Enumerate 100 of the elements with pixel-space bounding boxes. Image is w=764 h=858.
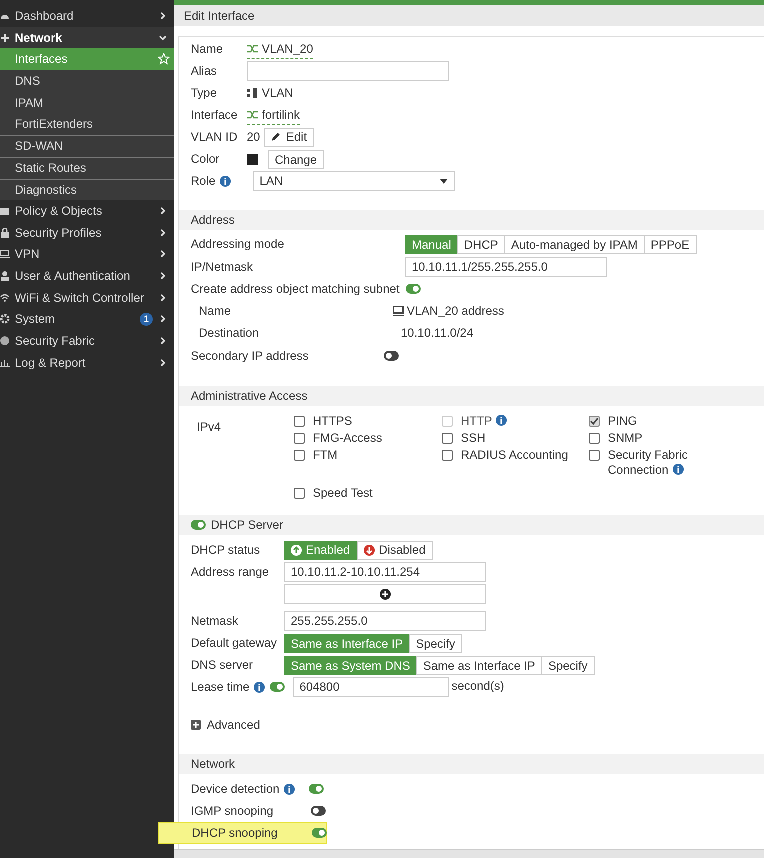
plus-circle-icon bbox=[380, 588, 390, 600]
field-label: Create address object matching subnet bbox=[191, 281, 400, 298]
sidebar-item[interactable]: User & Authentication bbox=[0, 265, 174, 287]
netmask-field[interactable]: 255.255.255.0 bbox=[284, 611, 486, 631]
segment-button[interactable]: Disabled bbox=[357, 540, 433, 560]
checkbox[interactable] bbox=[589, 450, 600, 461]
toggle-switch[interactable] bbox=[406, 284, 421, 294]
sidebar-item[interactable]: System 1 bbox=[0, 308, 174, 330]
sidebar-item[interactable]: Policy & Objects bbox=[0, 200, 174, 222]
field-label: Role bbox=[191, 173, 216, 190]
field-label: Lease time bbox=[191, 679, 250, 696]
type-value: VLAN bbox=[262, 85, 294, 102]
caret-icon bbox=[440, 178, 448, 184]
checkbox[interactable] bbox=[294, 416, 305, 427]
field-label: Name bbox=[199, 303, 232, 320]
laptop-icon bbox=[0, 249, 10, 260]
section-title: DHCP Server bbox=[211, 517, 284, 534]
checkbox-label: PING bbox=[608, 414, 638, 428]
lease-time-field[interactable]: 604800 bbox=[292, 677, 449, 697]
checkbox-label: RADIUS Accounting bbox=[461, 448, 568, 462]
chevron-right-icon bbox=[159, 294, 167, 302]
add-range-button[interactable] bbox=[284, 584, 486, 604]
toggle-switch[interactable] bbox=[384, 351, 399, 361]
sidebar-subitem[interactable]: FortiExtenders bbox=[0, 113, 174, 136]
address-range-field[interactable]: 10.10.11.2-10.10.11.254 bbox=[284, 562, 486, 582]
segment-button[interactable]: Auto-managed by IPAM bbox=[504, 234, 645, 254]
advanced-toggle[interactable]: Advanced bbox=[191, 716, 260, 734]
segment-button[interactable]: Specify bbox=[409, 634, 462, 652]
pencil-icon bbox=[271, 132, 282, 142]
toggle-switch[interactable] bbox=[270, 682, 285, 692]
ip-netmask-field[interactable]: 10.10.11.1/255.255.255.0 bbox=[405, 257, 607, 277]
bar-chart-icon bbox=[0, 358, 10, 368]
field-label: Color bbox=[191, 151, 221, 168]
sidebar-item[interactable]: VPN bbox=[0, 244, 174, 266]
sidebar-item[interactable]: Security Profiles bbox=[0, 222, 174, 244]
sidebar-item[interactable]: Security Fabric bbox=[0, 330, 174, 352]
gear-icon bbox=[0, 314, 10, 324]
field-label: Type bbox=[191, 85, 218, 102]
field-label: DNS server bbox=[191, 657, 254, 674]
field-label: DHCP snooping bbox=[192, 825, 279, 842]
chevron-right-icon bbox=[159, 12, 167, 20]
info-icon bbox=[254, 682, 265, 692]
down-arrow-circle-icon bbox=[364, 544, 376, 556]
lock-icon bbox=[0, 228, 10, 238]
checkbox-label: Speed Test bbox=[313, 486, 373, 500]
chevron-right-icon bbox=[159, 315, 167, 324]
checkbox[interactable] bbox=[589, 416, 600, 427]
sidebar-item[interactable]: Dashboard bbox=[0, 5, 174, 27]
link-icon bbox=[247, 110, 258, 120]
sidebar-subitem[interactable]: Diagnostics bbox=[0, 178, 174, 200]
field-label: IGMP snooping bbox=[191, 803, 274, 820]
alias-field[interactable] bbox=[247, 61, 449, 81]
segment-button[interactable]: Same as Interface IP bbox=[416, 656, 542, 674]
segment-button[interactable]: PPPoE bbox=[644, 234, 697, 254]
chevron-right-icon bbox=[159, 250, 167, 258]
field-label: Secondary IP address bbox=[191, 348, 310, 365]
checkbox[interactable] bbox=[589, 433, 600, 444]
change-button[interactable]: Change bbox=[268, 150, 324, 168]
toggle-switch[interactable] bbox=[311, 806, 326, 816]
checkbox-label: FTM bbox=[313, 448, 338, 462]
sidebar-subitem[interactable]: DNS bbox=[0, 70, 174, 92]
toggle-switch[interactable] bbox=[308, 784, 324, 794]
sidebar-subitem[interactable]: SD-WAN bbox=[0, 135, 174, 157]
interface-link[interactable]: fortilink bbox=[262, 106, 300, 124]
field-label: Name bbox=[191, 41, 224, 58]
toggle-switch[interactable] bbox=[191, 520, 206, 530]
section-title: Address bbox=[191, 212, 236, 229]
user-icon bbox=[0, 271, 10, 282]
field-label: Interface bbox=[191, 107, 239, 124]
chevron-right-icon bbox=[159, 358, 167, 367]
sidebar-subitem[interactable]: IPAM bbox=[0, 92, 174, 114]
section-title: Administrative Access bbox=[191, 388, 308, 405]
field-label: Address range bbox=[191, 564, 270, 581]
field-label: Destination bbox=[199, 325, 260, 342]
sidebar-item[interactable]: Network bbox=[0, 26, 174, 48]
color-swatch bbox=[247, 154, 258, 164]
info-icon bbox=[220, 176, 231, 186]
checkbox[interactable] bbox=[442, 433, 453, 444]
segment-button[interactable]: Specify bbox=[541, 656, 595, 674]
network-icon bbox=[247, 88, 258, 98]
sidebar-subitem[interactable]: Static Routes bbox=[0, 156, 174, 178]
checkbox[interactable] bbox=[294, 433, 305, 444]
checkbox[interactable] bbox=[442, 450, 453, 461]
checkbox[interactable] bbox=[294, 450, 305, 461]
field-label: DHCP status bbox=[191, 542, 262, 559]
field-label: Netmask bbox=[191, 613, 240, 630]
toggle-switch[interactable] bbox=[312, 828, 327, 838]
field-label: Alias bbox=[191, 63, 218, 80]
wifi-icon bbox=[0, 292, 10, 303]
plus-square-icon bbox=[191, 720, 201, 730]
chevron-right-icon bbox=[159, 207, 167, 216]
interface-name[interactable]: VLAN_20 bbox=[262, 40, 314, 58]
role-dropdown[interactable]: LAN bbox=[252, 171, 455, 191]
checkbox[interactable] bbox=[294, 488, 305, 499]
sidebar-item[interactable]: WiFi & Switch Controller bbox=[0, 286, 174, 309]
sidebar-item[interactable]: Log & Report bbox=[0, 352, 174, 374]
field-label: Addressing mode bbox=[191, 236, 286, 253]
destination-value: 10.10.11.0/24 bbox=[401, 325, 474, 342]
segment-button[interactable]: DHCP bbox=[457, 234, 506, 254]
edit-button[interactable]: Edit bbox=[264, 128, 314, 146]
